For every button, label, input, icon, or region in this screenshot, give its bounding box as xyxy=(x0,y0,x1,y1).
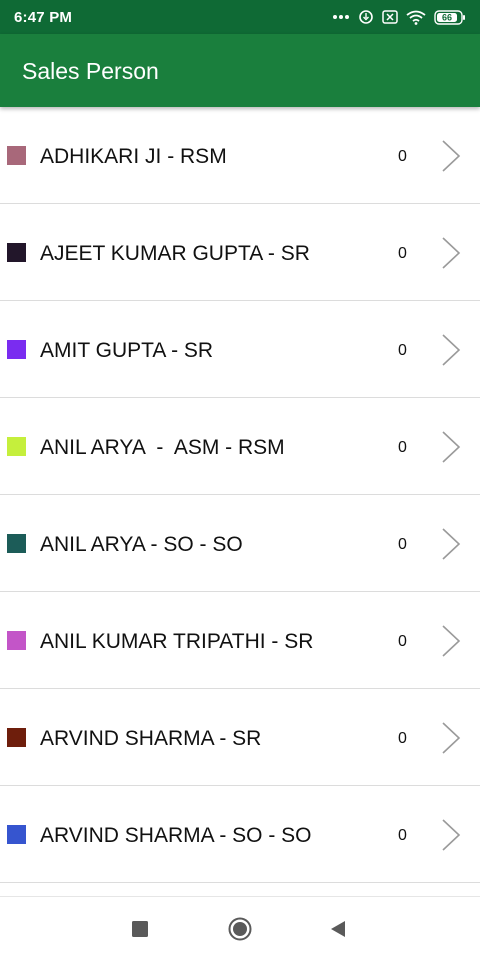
screen: 6:47 PM 66 Sales Person ADHIKARI JI - RS… xyxy=(0,0,480,960)
wifi-icon xyxy=(406,10,426,25)
list-item-count: 0 xyxy=(398,148,407,165)
list-item-name: AJEET KUMAR GUPTA - SR xyxy=(40,242,310,265)
list-item-count: 0 xyxy=(398,827,407,844)
list-item-name: ANIL ARYA - ASM - RSM xyxy=(40,436,285,459)
list-item-name: ARVIND SHARMA - SR xyxy=(40,727,262,750)
list-item-name: AMIT GUPTA - SR xyxy=(40,339,214,362)
color-swatch xyxy=(7,728,26,747)
back-triangle-icon[interactable] xyxy=(326,917,350,941)
system-nav-bar xyxy=(0,896,480,960)
list-item-count: 0 xyxy=(398,730,407,747)
list-item[interactable]: ANIL ARYA - ASM - RSM 0 xyxy=(0,398,480,495)
status-bar: 6:47 PM 66 xyxy=(0,0,480,34)
chevron-right-icon xyxy=(442,528,461,560)
color-swatch xyxy=(7,146,26,165)
list-item-count: 0 xyxy=(398,633,407,650)
list-item[interactable]: AJEET KUMAR GUPTA - SR 0 xyxy=(0,204,480,301)
list-item-name: ANIL ARYA - SO - SO xyxy=(40,533,243,556)
sync-icon xyxy=(358,9,374,25)
status-time: 6:47 PM xyxy=(14,8,73,26)
list-item[interactable]: ANIL KUMAR TRIPATHI - SR 0 xyxy=(0,592,480,689)
list-item[interactable]: ADHIKARI JI - RSM 0 xyxy=(0,107,480,204)
color-swatch xyxy=(7,631,26,650)
list-item[interactable]: AMIT GUPTA - SR 0 xyxy=(0,301,480,398)
page-title: Sales Person xyxy=(22,58,159,84)
list-item-count: 0 xyxy=(398,439,407,456)
status-icons: 66 xyxy=(332,9,466,25)
list-item-name: ADHIKARI JI - RSM xyxy=(40,145,227,168)
list-item[interactable]: ARVIND SHARMA - SR 0 xyxy=(0,689,480,786)
color-swatch xyxy=(7,437,26,456)
chevron-right-icon xyxy=(442,334,461,366)
list-item-name: ANIL KUMAR TRIPATHI - SR xyxy=(40,630,314,653)
list-item-count: 0 xyxy=(398,536,407,553)
list-item[interactable]: ANIL ARYA - SO - SO 0 xyxy=(0,495,480,592)
color-swatch xyxy=(7,534,26,553)
list-item-count: 0 xyxy=(398,342,407,359)
chevron-right-icon xyxy=(442,431,461,463)
close-box-icon xyxy=(382,10,398,24)
chevron-right-icon xyxy=(442,819,461,851)
chevron-right-icon xyxy=(442,722,461,754)
chevron-right-icon xyxy=(442,140,461,172)
chevron-right-icon xyxy=(442,237,461,269)
recents-square-icon[interactable] xyxy=(128,917,152,941)
battery-icon: 66 xyxy=(434,9,466,25)
battery-level: 66 xyxy=(442,12,452,22)
more-dots-icon xyxy=(332,14,350,20)
list-item[interactable]: ARVIND SHARMA - SO - SO 0 xyxy=(0,786,480,883)
color-swatch xyxy=(7,340,26,359)
color-swatch xyxy=(7,825,26,844)
chevron-right-icon xyxy=(442,625,461,657)
app-bar: Sales Person xyxy=(0,34,480,107)
home-circle-icon[interactable] xyxy=(228,917,252,941)
sales-person-list: ADHIKARI JI - RSM 0 AJEET KUMAR GUPTA - … xyxy=(0,107,480,896)
list-item-count: 0 xyxy=(398,245,407,262)
color-swatch xyxy=(7,243,26,262)
list-item-name: ARVIND SHARMA - SO - SO xyxy=(40,824,312,847)
